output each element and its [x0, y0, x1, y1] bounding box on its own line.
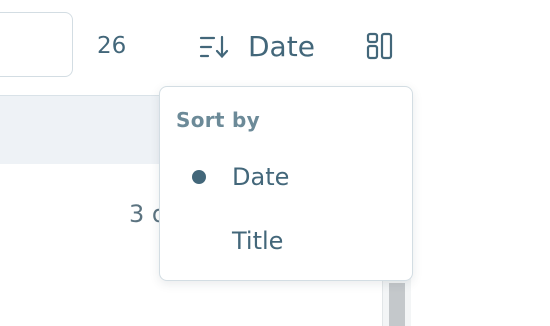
- sort-descending-icon: [199, 35, 229, 59]
- sort-option-label: Title: [232, 227, 284, 255]
- sort-label: Date: [248, 30, 315, 63]
- sort-option-date[interactable]: Date: [160, 149, 412, 205]
- layout-grid-icon: [366, 32, 393, 60]
- result-count: 26: [97, 33, 127, 59]
- sort-button[interactable]: Date: [198, 26, 315, 68]
- selected-bullet-icon: [192, 170, 206, 184]
- sort-menu: Sort by Date Title: [159, 86, 413, 281]
- sort-menu-heading: Sort by: [176, 108, 260, 132]
- sort-option-title[interactable]: Title: [160, 213, 412, 269]
- scrollbar-thumb[interactable]: [389, 283, 405, 326]
- list-item-meta: 3 d: [129, 200, 159, 228]
- layout-toggle-button[interactable]: [365, 30, 395, 62]
- sort-option-label: Date: [232, 163, 290, 191]
- list-header: [0, 95, 160, 164]
- search-input[interactable]: [0, 12, 73, 77]
